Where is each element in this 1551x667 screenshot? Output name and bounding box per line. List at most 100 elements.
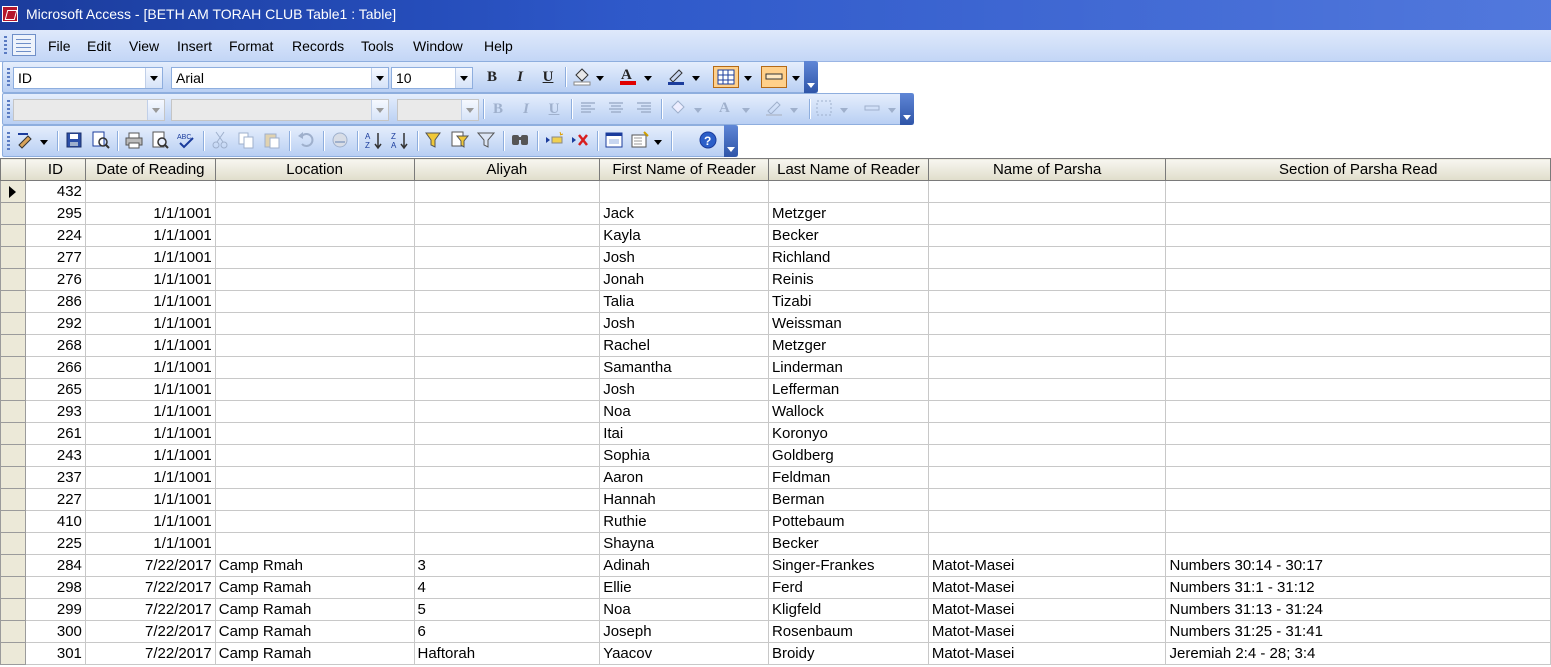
cell-last-name[interactable]: Becker <box>768 224 929 247</box>
cell-location[interactable] <box>215 466 415 489</box>
cell-first-name[interactable]: Josh <box>599 312 769 335</box>
record-selector[interactable] <box>0 312 26 335</box>
cell-last-name[interactable]: Pottebaum <box>768 510 929 533</box>
cell-id[interactable]: 284 <box>25 554 86 577</box>
find-icon[interactable] <box>509 130 531 152</box>
cell-aliyah[interactable] <box>414 488 601 511</box>
line-color-icon[interactable] <box>763 98 785 120</box>
menu-insert[interactable]: Insert <box>177 38 212 54</box>
record-selector[interactable] <box>0 290 26 313</box>
cell-location[interactable]: Camp Ramah <box>215 642 415 665</box>
cell-aliyah[interactable] <box>414 180 601 203</box>
cell-aliyah[interactable] <box>414 510 601 533</box>
column-header-first-name[interactable]: First Name of Reader <box>599 158 769 181</box>
chevron-down-icon[interactable] <box>743 66 753 88</box>
chevron-down-icon[interactable] <box>461 100 478 120</box>
cell-section-read[interactable] <box>1165 510 1551 533</box>
paint-bucket-icon[interactable] <box>667 98 689 120</box>
cell-aliyah[interactable]: 6 <box>414 620 601 643</box>
print-icon[interactable] <box>123 130 145 152</box>
save-icon[interactable] <box>63 130 85 152</box>
table-row[interactable]: 292 1/1/1001 Josh Weissman <box>0 312 1551 335</box>
table-row[interactable]: 432 <box>0 180 1551 203</box>
field-selector-combo[interactable]: ID <box>13 67 163 89</box>
cell-last-name[interactable]: Metzger <box>768 202 929 225</box>
italic-button-disabled[interactable]: I <box>515 98 537 120</box>
font-name-combo-2[interactable] <box>171 99 389 121</box>
cell-date-of-reading[interactable]: 1/1/1001 <box>85 488 216 511</box>
column-header-section-read[interactable]: Section of Parsha Read <box>1165 158 1551 181</box>
cell-id[interactable]: 266 <box>25 356 86 379</box>
cell-id[interactable]: 300 <box>25 620 86 643</box>
cell-first-name[interactable]: Josh <box>599 378 769 401</box>
cell-date-of-reading[interactable]: 7/22/2017 <box>85 576 216 599</box>
cell-id[interactable]: 301 <box>25 642 86 665</box>
cell-parsha-name[interactable] <box>928 400 1167 423</box>
table-row[interactable]: 298 7/22/2017 Camp Ramah 4 Ellie Ferd Matot-Ma… <box>0 576 1551 599</box>
cell-first-name[interactable]: Talia <box>599 290 769 313</box>
table-row[interactable]: 237 1/1/1001 Aaron Feldman <box>0 466 1551 489</box>
cell-first-name[interactable]: Aaron <box>599 466 769 489</box>
filter-by-form-icon[interactable] <box>449 130 471 152</box>
cell-location[interactable] <box>215 334 415 357</box>
chevron-down-icon[interactable] <box>595 66 605 88</box>
cell-aliyah[interactable] <box>414 312 601 335</box>
print-preview-icon[interactable] <box>149 130 171 152</box>
cell-parsha-name[interactable] <box>928 422 1167 445</box>
toolbar-grip[interactable] <box>7 68 10 86</box>
cell-location[interactable] <box>215 180 415 203</box>
cell-aliyah[interactable] <box>414 422 601 445</box>
toolbar-options-icon[interactable] <box>724 125 738 157</box>
cell-section-read[interactable] <box>1165 202 1551 225</box>
view-icon[interactable] <box>15 130 37 152</box>
record-selector[interactable] <box>0 444 26 467</box>
table-row[interactable]: 299 7/22/2017 Camp Ramah 5 Noa Kligfeld Matot-… <box>0 598 1551 621</box>
cell-parsha-name[interactable]: Matot-Masei <box>928 598 1167 621</box>
menu-help[interactable]: Help <box>484 38 513 54</box>
cell-last-name[interactable]: Berman <box>768 488 929 511</box>
apply-filter-icon[interactable] <box>475 130 497 152</box>
cell-id[interactable]: 225 <box>25 532 86 555</box>
table-row[interactable]: 243 1/1/1001 Sophia Goldberg <box>0 444 1551 467</box>
cell-aliyah[interactable] <box>414 466 601 489</box>
font-color-icon[interactable]: A <box>715 98 737 120</box>
cell-id[interactable]: 293 <box>25 400 86 423</box>
table-row[interactable]: 266 1/1/1001 Samantha Linderman <box>0 356 1551 379</box>
table-row[interactable]: 300 7/22/2017 Camp Ramah 6 Joseph Rosenbaum Ma… <box>0 620 1551 643</box>
font-name-combo[interactable]: Arial <box>171 67 389 89</box>
cell-first-name[interactable]: Noa <box>599 598 769 621</box>
cell-first-name[interactable]: Hannah <box>599 488 769 511</box>
line-width-icon[interactable] <box>813 98 835 120</box>
font-color-icon[interactable]: A <box>617 66 639 88</box>
insert-hyperlink-icon[interactable] <box>329 130 351 152</box>
cell-last-name[interactable]: Richland <box>768 246 929 269</box>
cell-section-read[interactable] <box>1165 378 1551 401</box>
cell-section-read[interactable] <box>1165 444 1551 467</box>
chevron-down-icon[interactable] <box>39 130 49 152</box>
cell-location[interactable] <box>215 268 415 291</box>
cell-parsha-name[interactable]: Matot-Masei <box>928 554 1167 577</box>
cell-first-name[interactable]: Kayla <box>599 224 769 247</box>
cell-parsha-name[interactable]: Matot-Masei <box>928 576 1167 599</box>
record-selector[interactable] <box>0 598 26 621</box>
cell-date-of-reading[interactable]: 1/1/1001 <box>85 444 216 467</box>
table-row[interactable]: 227 1/1/1001 Hannah Berman <box>0 488 1551 511</box>
record-selector[interactable] <box>0 268 26 291</box>
chevron-down-icon[interactable] <box>791 66 801 88</box>
cell-location[interactable] <box>215 510 415 533</box>
record-selector[interactable] <box>0 642 26 665</box>
database-window-icon[interactable] <box>603 130 625 152</box>
cell-aliyah[interactable]: 4 <box>414 576 601 599</box>
cell-location[interactable] <box>215 378 415 401</box>
cell-aliyah[interactable] <box>414 202 601 225</box>
cell-id[interactable]: 237 <box>25 466 86 489</box>
cell-aliyah[interactable] <box>414 444 601 467</box>
record-selector[interactable] <box>0 180 26 203</box>
table-row[interactable]: 276 1/1/1001 Jonah Reinis <box>0 268 1551 291</box>
cell-id[interactable]: 292 <box>25 312 86 335</box>
cell-location[interactable] <box>215 224 415 247</box>
paint-bucket-icon[interactable] <box>571 66 593 88</box>
toolbar-grip[interactable] <box>7 100 10 118</box>
cell-aliyah[interactable] <box>414 400 601 423</box>
menu-records[interactable]: Records <box>292 38 344 54</box>
